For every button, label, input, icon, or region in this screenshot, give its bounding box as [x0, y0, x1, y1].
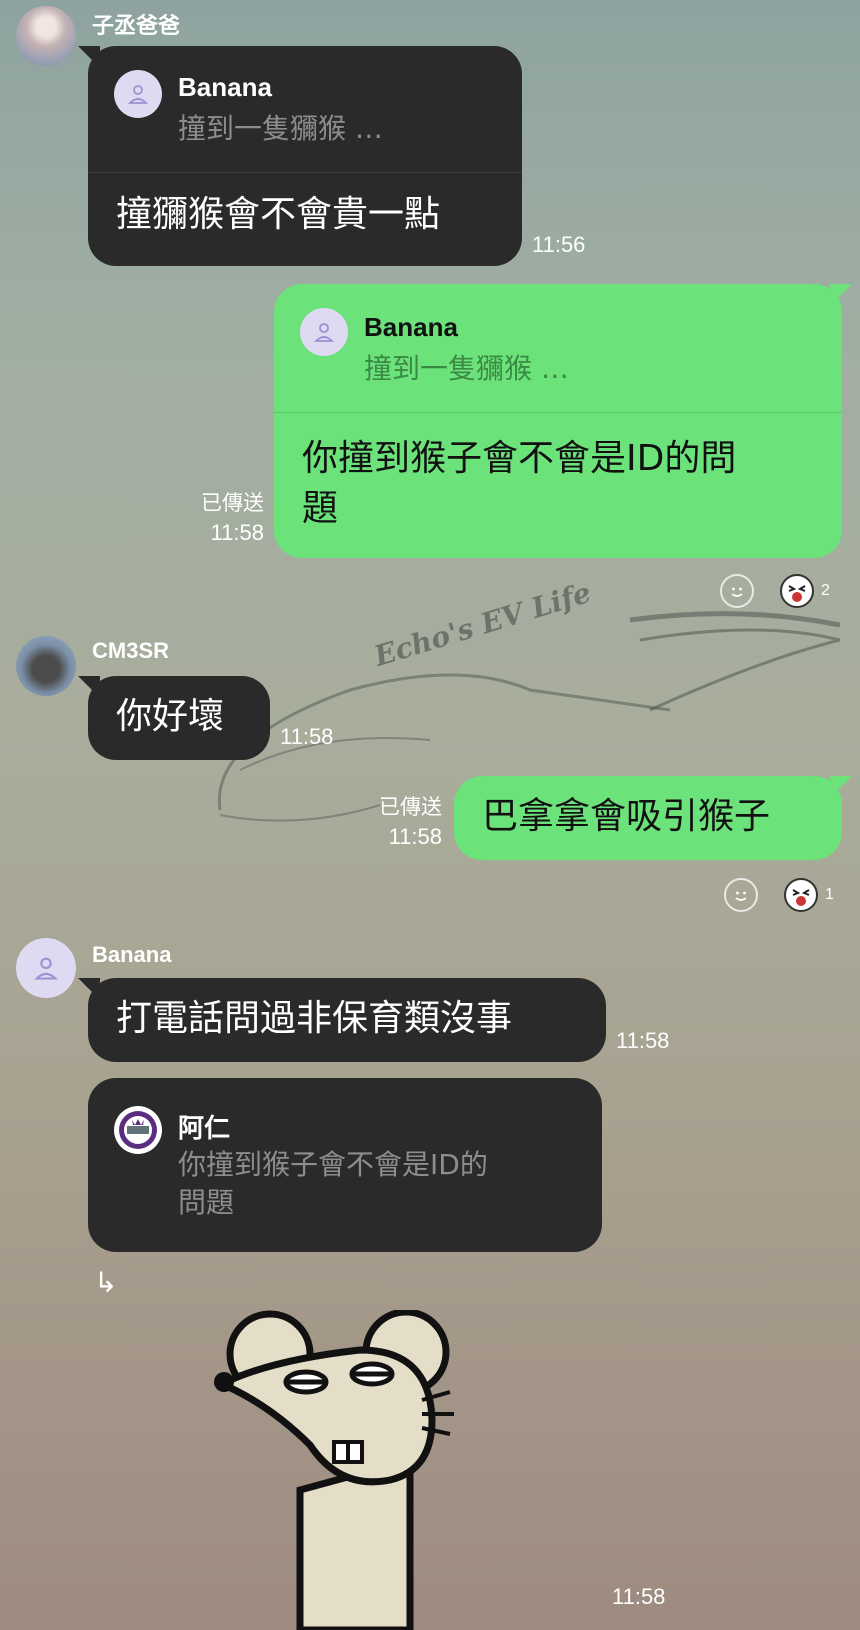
message-text-line: 題: [302, 488, 339, 529]
sticker-reaction-icon[interactable]: [784, 878, 818, 912]
person-icon: [34, 957, 58, 980]
reply-divider: [88, 172, 522, 173]
message-bubble[interactable]: 打電話問過非保育類沒事: [78, 978, 606, 1062]
sender-name: Banana: [92, 942, 172, 967]
reply-preview-text: 問題: [178, 1186, 235, 1219]
message-bubble-reply[interactable]: 阿仁 你撞到猴子會不會是ID的 問題: [88, 1078, 602, 1252]
kings-logo-icon: [119, 1111, 157, 1149]
smiley-icon: [735, 891, 747, 901]
sent-label: 已傳送: [201, 491, 264, 515]
message-time: 11:58: [612, 1584, 666, 1609]
message-text: 你好壞: [116, 696, 225, 737]
smiley-icon: [731, 587, 743, 597]
reply-sender-name: 阿仁: [178, 1113, 231, 1143]
message-bubble[interactable]: 你好壞: [78, 676, 270, 760]
message-time: 11:58: [280, 724, 334, 749]
message-bubble-reply[interactable]: Banana 撞到一隻獼猴 … 撞獼猴會不會貴一點: [78, 46, 522, 266]
reaction-count: 1: [825, 886, 834, 903]
reply-sender-name: Banana: [364, 312, 458, 342]
add-reaction-button[interactable]: [724, 878, 758, 912]
sticker-reaction-icon[interactable]: [780, 574, 814, 608]
message-bubble-reply-sent[interactable]: Banana 撞到一隻獼猴 … 你撞到猴子會不會是ID的問 題: [274, 284, 852, 558]
sender-name: CM3SR: [92, 638, 170, 663]
avatar[interactable]: [16, 938, 76, 998]
reply-avatar: [114, 1106, 162, 1154]
person-icon: [127, 85, 149, 104]
forward-icon[interactable]: ↳: [94, 1266, 117, 1299]
message-text-line: 你撞到猴子會不會是ID的問: [302, 438, 737, 479]
sent-status: 已傳送 11:58: [340, 792, 442, 852]
message-time: 11:56: [532, 232, 586, 257]
reply-sender-name: Banana: [178, 72, 272, 102]
reply-preview-text: 撞到一隻獼猴 …: [178, 112, 383, 145]
sender-name: 子丞爸爸: [92, 13, 181, 38]
message-text: 撞獼猴會不會貴一點: [116, 194, 441, 235]
message-text: 巴拿拿會吸引猴子: [482, 796, 771, 837]
add-reaction-button[interactable]: [720, 574, 754, 608]
message-time: 11:58: [388, 824, 442, 849]
message-text: 打電話問過非保育類沒事: [116, 998, 513, 1039]
reply-preview-text: 你撞到猴子會不會是ID的: [178, 1148, 488, 1181]
message-bubble-sent[interactable]: 巴拿拿會吸引猴子: [454, 776, 852, 860]
avatar[interactable]: [16, 636, 76, 696]
reply-divider: [274, 412, 842, 413]
rat-sticker[interactable]: [210, 1310, 470, 1630]
reply-preview-text: 撞到一隻獼猴 …: [364, 352, 569, 385]
sent-status: 已傳送 11:58: [170, 488, 264, 548]
sent-label: 已傳送: [379, 795, 442, 819]
reply-avatar: [300, 308, 348, 356]
person-icon: [313, 323, 335, 342]
reply-avatar: [114, 70, 162, 118]
message-time: 11:58: [616, 1028, 670, 1053]
message-time: 11:58: [210, 520, 264, 545]
reaction-count: 2: [821, 582, 830, 599]
avatar[interactable]: [16, 6, 76, 66]
